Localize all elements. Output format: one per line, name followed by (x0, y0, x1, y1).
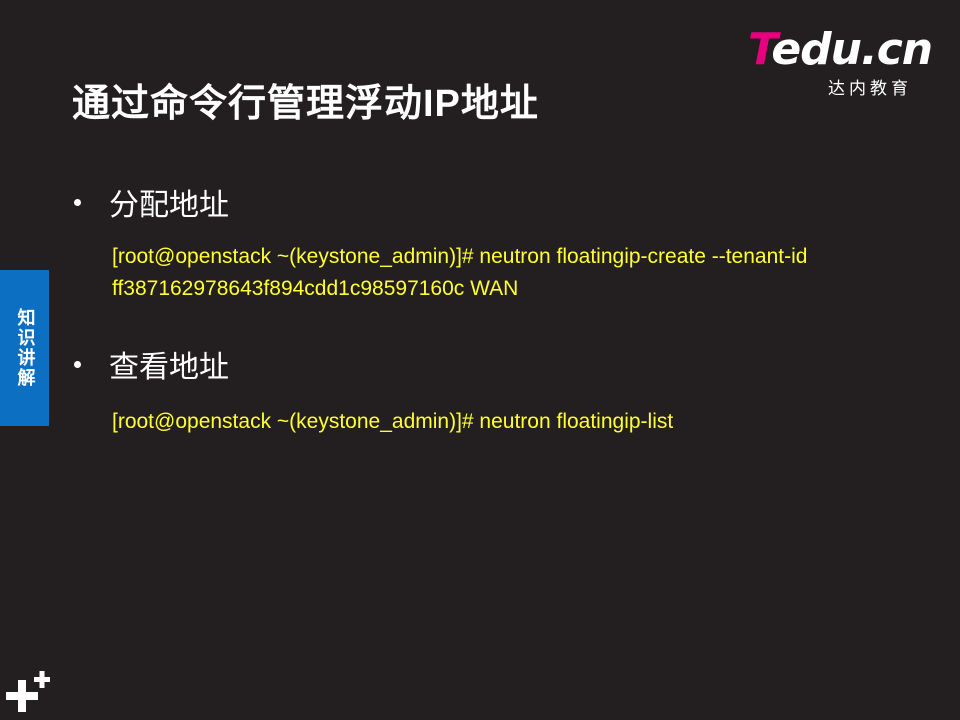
logo-subtitle: 达内教育 (828, 79, 912, 99)
bullet-dot-icon (74, 360, 81, 368)
tedu-logo: Tedu.cn 达内教育 (748, 28, 938, 100)
side-tab: 知识讲解 (0, 270, 49, 426)
bullet-label: 分配地址 (109, 189, 229, 222)
bullet-item-list: 查看地址 (74, 342, 229, 386)
slide: 通过命令行管理浮动IP地址 Tedu.cn 达内教育 知识讲解 分配地址 [ro… (0, 0, 960, 720)
code-block-list: [root@openstack ~(keystone_admin)]# neut… (112, 406, 673, 438)
logo-domain-text: edu.cn (771, 24, 933, 75)
bullet-item-allocate: 分配地址 (74, 180, 229, 224)
bullet-dot-icon (74, 198, 81, 206)
side-tab-label: 知识讲解 (14, 308, 36, 388)
code-line: ff387162978643f894cdd1c98597160c WAN (112, 277, 519, 300)
code-line: [root@openstack ~(keystone_admin)]# neut… (112, 245, 808, 268)
plus-plus-icon (6, 671, 50, 712)
slide-title: 通过命令行管理浮动IP地址 (72, 83, 539, 125)
code-line: [root@openstack ~(keystone_admin)]# neut… (112, 410, 674, 433)
logo-wordmark: Tedu.cn (748, 28, 933, 72)
code-block-allocate: [root@openstack ~(keystone_admin)]# neut… (112, 241, 807, 305)
bullet-label: 查看地址 (109, 351, 229, 384)
logo-t-letter: T (748, 24, 772, 75)
